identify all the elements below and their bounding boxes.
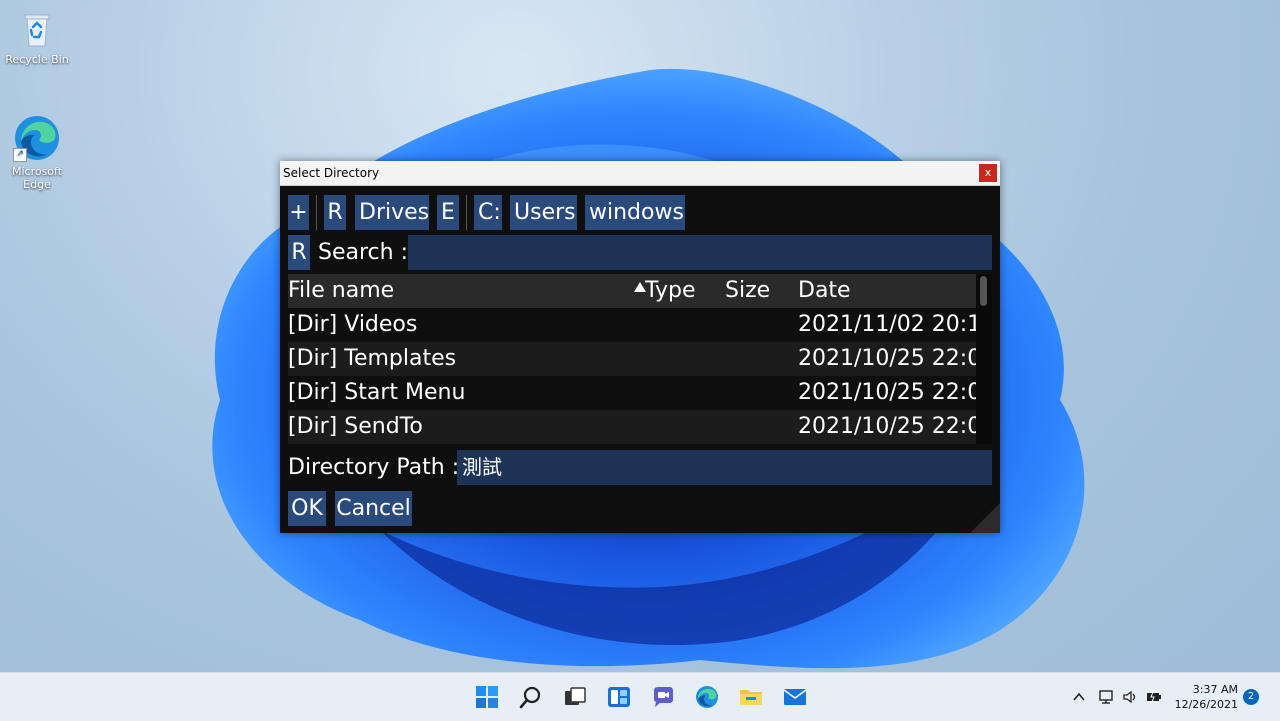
edit-path-button[interactable]: E [437, 195, 459, 230]
resize-grip[interactable] [970, 503, 1000, 533]
search-label: Search : [318, 240, 408, 265]
recycle-bin-desktop-icon[interactable]: Recycle Bin [1, 10, 73, 66]
chevron-up-icon[interactable] [1071, 689, 1087, 705]
toolbar-separator [466, 195, 467, 230]
taskbar: 3:37 AM 12/26/2021 2 [0, 672, 1280, 721]
edge-icon[interactable] [695, 685, 719, 709]
shortcut-arrow-icon: ↗ [13, 148, 27, 162]
recycle-bin-icon [17, 10, 57, 50]
row-date: 2021/10/25 22:07 [798, 380, 976, 405]
dialog-content: + R Drives E C: Users windows R Search :… [280, 186, 1000, 533]
table-row[interactable]: [Dir] SendTo 2021/10/25 22:07 [288, 410, 976, 444]
new-folder-button[interactable]: + [288, 195, 309, 230]
column-header-type[interactable]: Type [645, 274, 696, 308]
table-header: File name Type Size Date [288, 274, 976, 308]
row-name: [Dir] Templates [288, 346, 457, 371]
refresh-button[interactable]: R [324, 195, 346, 230]
search-icon[interactable] [519, 685, 543, 709]
table-row[interactable]: [Dir] Templates 2021/10/25 22:07 [288, 342, 976, 376]
mail-icon[interactable] [783, 685, 807, 709]
recycle-bin-label: Recycle Bin [5, 53, 69, 66]
drives-button[interactable]: Drives [355, 195, 429, 230]
directory-path-label: Directory Path : [288, 455, 460, 480]
search-reset-button[interactable]: R [288, 235, 310, 270]
search-input[interactable] [408, 235, 992, 270]
clock-date: 12/26/2021 [1174, 698, 1238, 711]
edge-desktop-icon[interactable]: ↗ Microsoft Edge [1, 114, 73, 191]
breadcrumb-c[interactable]: C: [474, 195, 502, 230]
directory-path-input[interactable]: 測試 [457, 450, 992, 485]
edge-label: Microsoft Edge [11, 165, 63, 191]
row-date: 2021/10/25 22:07 [798, 346, 976, 371]
row-name: [Dir] Videos [288, 312, 418, 337]
start-icon[interactable] [475, 685, 499, 709]
clock[interactable]: 3:37 AM 12/26/2021 [1168, 682, 1238, 712]
select-directory-dialog: Select Directory x + R Drives E C: Users… [280, 161, 1000, 533]
row-date: 2021/10/25 22:07 [798, 414, 976, 439]
table-row[interactable]: [Dir] Videos 2021/11/02 20:12 [288, 308, 976, 342]
edge-icon: ↗ [13, 114, 61, 162]
task-view-icon[interactable] [563, 685, 587, 709]
close-button[interactable]: x [978, 163, 998, 183]
file-table: File name Type Size Date [Dir] Videos 20… [288, 274, 976, 444]
chat-icon[interactable] [651, 685, 675, 709]
ok-button[interactable]: OK [288, 491, 326, 526]
row-date: 2021/11/02 20:12 [798, 312, 976, 337]
battery-icon[interactable] [1146, 689, 1162, 705]
notification-badge[interactable]: 2 [1243, 689, 1259, 705]
file-explorer-icon[interactable] [739, 685, 763, 709]
row-name: [Dir] SendTo [288, 414, 423, 439]
scrollbar-thumb[interactable] [980, 276, 987, 306]
breadcrumb-windows[interactable]: windows [585, 195, 685, 230]
volume-icon[interactable] [1122, 689, 1138, 705]
table-scrollbar[interactable] [976, 274, 992, 444]
network-icon[interactable] [1098, 689, 1114, 705]
column-header-size[interactable]: Size [725, 274, 770, 308]
dialog-title: Select Directory [283, 166, 380, 180]
breadcrumb-users[interactable]: Users [510, 195, 577, 230]
cancel-button[interactable]: Cancel [335, 491, 412, 526]
column-header-date[interactable]: Date [798, 274, 851, 308]
toolbar-separator [316, 195, 317, 230]
table-row[interactable]: [Dir] Start Menu 2021/10/25 22:07 [288, 376, 976, 410]
clock-time: 3:37 AM [1192, 683, 1238, 696]
widgets-icon[interactable] [607, 685, 631, 709]
dialog-titlebar[interactable]: Select Directory x [280, 161, 1000, 186]
row-name: [Dir] Start Menu [288, 380, 466, 405]
column-header-filename[interactable]: File name [288, 274, 394, 308]
